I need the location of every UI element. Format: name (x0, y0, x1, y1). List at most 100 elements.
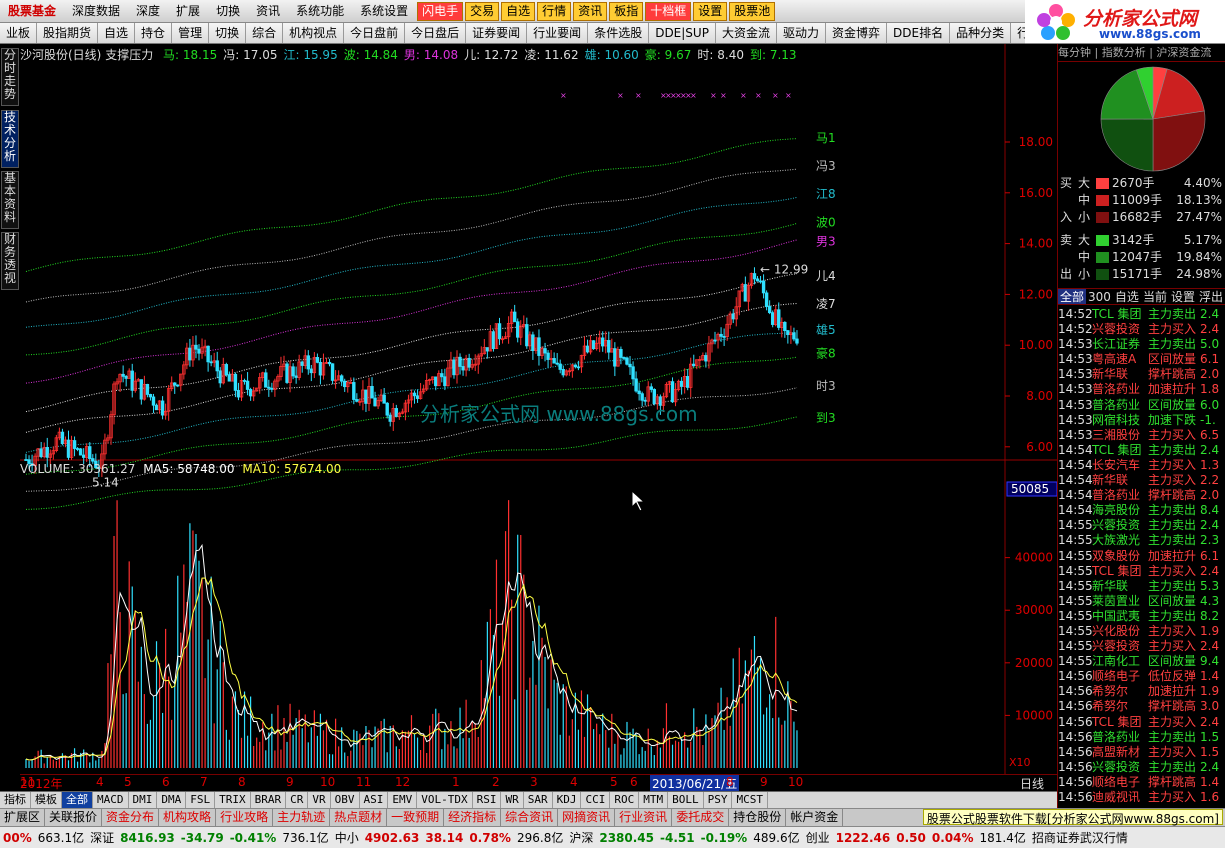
nav-item[interactable]: 行情排名 (1011, 23, 1025, 43)
function-tab[interactable]: 网摘资讯 (558, 809, 616, 826)
ticker-row[interactable]: 14:55 江南化工 区间放量 9.4 (1058, 654, 1225, 669)
nav-item[interactable]: 驱动力 (777, 23, 826, 43)
indicator-tab[interactable]: TRIX (215, 792, 251, 808)
ticker-row[interactable]: 14:53 普洛药业 加速拉升 1.8 (1058, 382, 1225, 397)
ticker-filter-tab[interactable]: 设置 (1169, 289, 1197, 304)
function-tab[interactable]: 行业资讯 (615, 809, 673, 826)
menu-item[interactable]: 自选 (501, 1, 536, 21)
menu-item[interactable]: 股票基金 (0, 0, 64, 22)
nav-item[interactable]: 条件选股 (588, 23, 650, 43)
ticker-row[interactable]: 14:54 海亮股份 主力卖出 8.4 (1058, 503, 1225, 518)
function-tab[interactable]: 委托成交 (672, 809, 730, 826)
function-tab[interactable]: 资金分布 (102, 809, 160, 826)
left-tab[interactable]: 财务透视 (1, 232, 19, 290)
ticker-row[interactable]: 14:55 TCL 集团 主力买入 2.4 (1058, 564, 1225, 579)
ticker-row[interactable]: 14:53 普洛药业 区间放量 6.0 (1058, 398, 1225, 413)
indicator-tab[interactable]: VR (308, 792, 331, 808)
ticker-row[interactable]: 14:55 中国武夷 主力卖出 8.2 (1058, 609, 1225, 624)
indicator-tab[interactable]: 全部 (62, 792, 93, 808)
ticker-row[interactable]: 14:56 迪威视讯 主力买入 1.6 (1058, 790, 1225, 805)
ad-banner[interactable]: 股票公式股票软件下载[分析家公式网www.88gs.com] (922, 809, 1223, 826)
nav-item[interactable]: 今日盘前 (344, 23, 406, 43)
indicator-tab[interactable]: EMV (388, 792, 418, 808)
nav-item[interactable]: 持仓 (135, 23, 173, 43)
ticker-row[interactable]: 14:56 希努尔 撑杆跳高 3.0 (1058, 699, 1225, 714)
nav-item[interactable]: 品种分类 (950, 23, 1012, 43)
ticker-row[interactable]: 14:55 大族激光 主力卖出 2.3 (1058, 533, 1225, 548)
menu-item[interactable]: 扩展 (168, 0, 208, 22)
ticker-row[interactable]: 14:52 TCL 集团 主力卖出 2.4 (1058, 307, 1225, 322)
function-tab[interactable]: 关联报价 (45, 809, 103, 826)
nav-item[interactable]: 自选 (98, 23, 136, 43)
function-tab[interactable]: 机构攻略 (159, 809, 217, 826)
left-tab[interactable]: 分时走势 (1, 48, 19, 106)
chart-area[interactable]: 18.00 16.00 14.00 12.00 10.00 8.00 6.00 马1 冯3 江8 波… (20, 44, 1057, 774)
indicator-tab[interactable]: DMA (157, 792, 187, 808)
nav-item[interactable]: DDE|SUP (649, 23, 716, 43)
ticker-row[interactable]: 14:56 高盟新材 主力买入 1.5 (1058, 745, 1225, 760)
indicator-tab[interactable]: DMI (129, 792, 158, 808)
nav-item[interactable]: 业板 (0, 23, 38, 43)
function-tab[interactable]: 行业攻略 (216, 809, 274, 826)
function-tab[interactable]: 持仓股份 (729, 809, 787, 826)
menu-item[interactable]: 切换 (208, 0, 248, 22)
indicator-tab[interactable]: MTM (639, 792, 669, 808)
ticker-row[interactable]: 14:55 兴蓉投资 主力卖出 2.4 (1058, 518, 1225, 533)
ticker-row[interactable]: 14:53 长江证券 主力卖出 5.0 (1058, 337, 1225, 352)
indicator-tab[interactable]: ASI (360, 792, 389, 808)
indicator-tab[interactable]: VOL-TDX (417, 792, 473, 808)
menu-item[interactable]: 行情 (537, 1, 572, 21)
function-tab[interactable]: 一致预期 (387, 809, 445, 826)
period-label[interactable]: 日线 (1020, 775, 1044, 792)
ticker-row[interactable]: 14:55 莱茵置业 区间放量 4.3 (1058, 594, 1225, 609)
ticker-row[interactable]: 14:56 希努尔 加速拉升 1.9 (1058, 684, 1225, 699)
function-tab[interactable]: 帐户资金 (786, 809, 844, 826)
ticker-filter-tab[interactable]: 浮出 (1197, 289, 1225, 304)
function-tab[interactable]: 综合资讯 (501, 809, 559, 826)
nav-item[interactable]: 大资金流 (716, 23, 777, 43)
menu-item[interactable]: 交易 (465, 1, 500, 21)
left-tab[interactable]: 基本资料 (1, 171, 19, 229)
ticker-row[interactable]: 14:54 普洛药业 撑杆跳高 2.0 (1058, 488, 1225, 503)
menu-item[interactable]: 资讯 (248, 0, 288, 22)
ticker-filter-tab[interactable]: 自选 (1113, 289, 1141, 304)
menu-item[interactable]: 深度 (128, 0, 168, 22)
indicator-tab[interactable]: ROC (610, 792, 640, 808)
function-tab[interactable]: 主力轨迹 (273, 809, 331, 826)
menu-item[interactable]: 闪电手 (417, 1, 464, 21)
menu-item[interactable]: 资讯 (573, 1, 608, 21)
indicator-tab[interactable]: 指标 (0, 792, 31, 808)
nav-item[interactable]: DDE排名 (887, 23, 951, 43)
menu-item[interactable]: 十档框 (645, 1, 692, 21)
indicator-tab[interactable]: FSL (186, 792, 216, 808)
nav-item[interactable]: 行业要闻 (527, 23, 589, 43)
nav-item[interactable]: 综合 (246, 23, 284, 43)
ticker-row[interactable]: 14:56 TCL 集团 主力买入 2.4 (1058, 715, 1225, 730)
indicator-tab[interactable]: RSI (473, 792, 502, 808)
menu-item[interactable]: 股票池 (729, 1, 776, 21)
ticker-row[interactable]: 14:55 兴化股份 主力买入 1.9 (1058, 624, 1225, 639)
indicator-tab[interactable]: CCI (581, 792, 611, 808)
indicator-tab[interactable]: CR (286, 792, 309, 808)
nav-item[interactable]: 机构视点 (283, 23, 345, 43)
indicator-tab[interactable]: BOLL (668, 792, 704, 808)
indicator-tab[interactable]: WR (501, 792, 524, 808)
menu-item[interactable]: 深度数据 (64, 0, 128, 22)
menu-item[interactable]: 系统功能 (288, 0, 352, 22)
nav-item[interactable]: 证券要闻 (466, 23, 528, 43)
ticker-row[interactable]: 14:56 顺络电子 低位反弹 1.4 (1058, 669, 1225, 684)
function-tab[interactable]: 扩展区 (0, 809, 46, 826)
ticker-row[interactable]: 14:55 新华联 主力卖出 5.3 (1058, 579, 1225, 594)
nav-item[interactable]: 切换 (209, 23, 247, 43)
left-tab[interactable]: 技术分析 (1, 110, 19, 168)
ticker-filter-tab[interactable]: 300 (1086, 289, 1113, 304)
menu-item[interactable]: 设置 (693, 1, 728, 21)
ticker-filter-tab[interactable]: 全部 (1058, 289, 1087, 304)
indicator-tab[interactable]: SAR (524, 792, 553, 808)
indicator-tab[interactable]: PSY (704, 792, 733, 808)
kline-volume-chart[interactable]: 18.00 16.00 14.00 12.00 10.00 8.00 6.00 马1 冯3 江8 波… (20, 44, 1057, 774)
indicator-tab[interactable]: OBV (331, 792, 360, 808)
ticker-row[interactable]: 14:53 粤高速A 区间放量 6.1 (1058, 352, 1225, 367)
function-tab[interactable]: 热点题材 (330, 809, 388, 826)
ticker-row[interactable]: 14:53 三湘股份 主力买入 6.5 (1058, 428, 1225, 443)
